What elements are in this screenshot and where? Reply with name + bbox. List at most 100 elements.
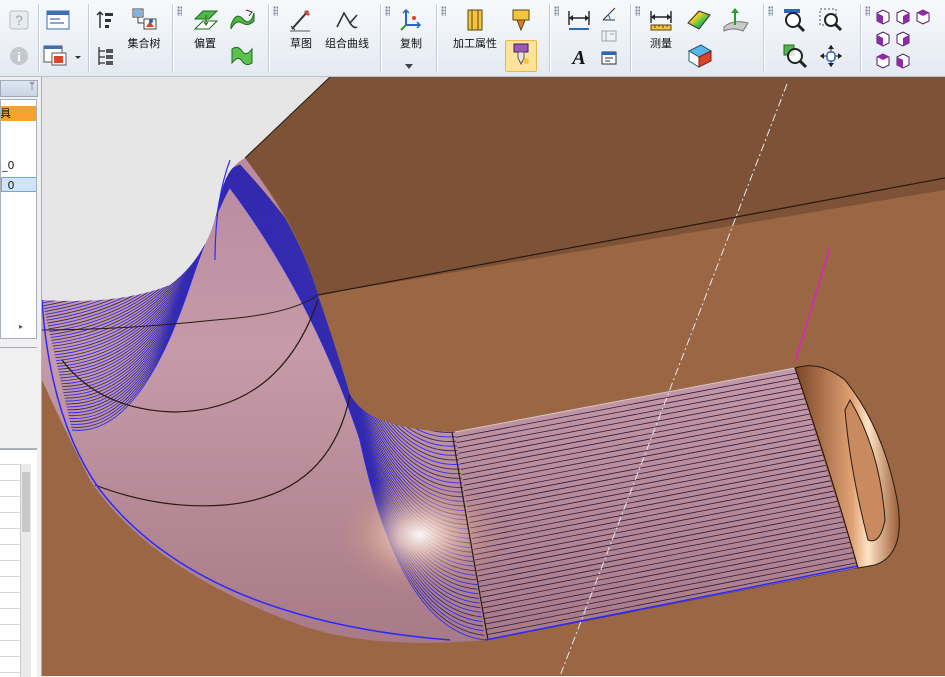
view-iso1-button[interactable] bbox=[873, 6, 893, 26]
surface-extend-button[interactable] bbox=[227, 6, 257, 34]
specular-highlight bbox=[335, 475, 505, 595]
combined-curve-button[interactable]: 组合曲线 bbox=[321, 6, 373, 56]
combined-curve-label: 组合曲线 bbox=[325, 37, 369, 50]
tool-drill-icon bbox=[513, 43, 529, 66]
toolbar-group-curve: 草图 组合曲线 bbox=[271, 0, 377, 76]
toolbar-group-zoom bbox=[766, 0, 858, 76]
machining-attr-icon bbox=[467, 9, 483, 31]
zoom-dynamic-icon bbox=[783, 44, 808, 69]
assembly-tree-icon bbox=[132, 8, 157, 30]
view-iso3-button[interactable] bbox=[913, 6, 933, 26]
zoom-fit-button[interactable] bbox=[780, 6, 810, 36]
window-button[interactable] bbox=[44, 8, 72, 36]
assembly-tree-button[interactable]: 集合树 bbox=[124, 6, 164, 56]
view-iso4-button[interactable] bbox=[873, 28, 893, 48]
structure-button[interactable] bbox=[92, 44, 118, 70]
model-scene bbox=[42, 77, 945, 676]
tree-item-bucket-selected[interactable]: 桶_0 bbox=[1, 177, 36, 192]
angle-dim-button[interactable] bbox=[598, 4, 620, 24]
sort-button[interactable] bbox=[92, 8, 118, 34]
tool-button[interactable] bbox=[505, 6, 537, 36]
surface-normal-icon bbox=[723, 8, 749, 32]
pan-button[interactable] bbox=[816, 42, 846, 72]
curvature-analysis-button[interactable] bbox=[683, 6, 715, 36]
view-iso2-button[interactable] bbox=[893, 6, 913, 26]
window-list-button[interactable] bbox=[42, 42, 82, 70]
toolbar-group-transform: 复制 bbox=[383, 0, 435, 76]
info-button[interactable]: i bbox=[6, 44, 32, 70]
tool-path-button[interactable] bbox=[505, 40, 537, 72]
dimension-button[interactable] bbox=[564, 6, 594, 36]
feature-tree[interactable]: 刀具 桶_0 桶_0 ▸ bbox=[0, 99, 37, 339]
view-cube-icon bbox=[876, 53, 890, 69]
copy-dropdown-icon[interactable] bbox=[405, 64, 413, 70]
view-cube-icon bbox=[896, 9, 910, 25]
curvature-color-icon bbox=[687, 10, 711, 30]
tree-item-tool[interactable]: 刀具 bbox=[1, 106, 36, 121]
geometric-tolerance-icon bbox=[601, 30, 617, 42]
table-note-button[interactable] bbox=[598, 48, 620, 70]
info-icon: i bbox=[10, 47, 28, 65]
view-iso7-button[interactable] bbox=[893, 50, 913, 70]
toolbar-group-machining: 加工属性 bbox=[439, 0, 547, 76]
draft-analysis-button[interactable] bbox=[683, 42, 715, 72]
sketch-button[interactable]: 草图 bbox=[283, 6, 319, 56]
window-list-icon bbox=[43, 45, 81, 66]
tool-holder-icon bbox=[512, 9, 530, 32]
assembly-tree-label: 集合树 bbox=[127, 37, 161, 50]
table-note-icon bbox=[601, 51, 617, 65]
svg-text:?: ? bbox=[15, 12, 23, 28]
view-cube-icon bbox=[896, 31, 910, 47]
pin-icon[interactable]: ᛘ bbox=[29, 81, 35, 92]
toolbar-group-measure: 测量 bbox=[633, 0, 761, 76]
offset-label: 偏置 bbox=[194, 37, 216, 50]
sketch-label: 草图 bbox=[290, 37, 312, 50]
help-button[interactable]: ? bbox=[6, 8, 32, 34]
toolbar-group-view: ? i bbox=[0, 0, 38, 76]
text-a-icon: A bbox=[570, 47, 585, 69]
ruled-surface-icon bbox=[231, 46, 253, 66]
text-annotation-button[interactable]: A bbox=[564, 42, 594, 72]
copy-button[interactable]: 复制 bbox=[393, 6, 429, 56]
properties-panel bbox=[0, 347, 37, 449]
copy-axes-icon bbox=[400, 8, 422, 31]
offset-button[interactable]: 偏置 bbox=[185, 6, 225, 56]
angle-dimension-icon bbox=[602, 7, 616, 21]
window-icon bbox=[46, 10, 70, 30]
gd-t-button[interactable] bbox=[598, 26, 620, 46]
toolbar-group-assembly: 集合树 bbox=[90, 0, 172, 76]
machining-attr-label: 加工属性 bbox=[453, 37, 497, 50]
panel-header: ᛘ bbox=[0, 80, 38, 97]
left-panel: ᛘ 刀具 桶_0 桶_0 ▸ bbox=[0, 77, 42, 677]
svg-text:i: i bbox=[17, 49, 21, 64]
draft-analysis-icon bbox=[687, 44, 713, 68]
measure-ruler-icon bbox=[650, 11, 672, 31]
view-iso6-button[interactable] bbox=[873, 50, 893, 70]
sort-icon bbox=[96, 10, 113, 28]
view-cube-icon bbox=[876, 31, 890, 47]
tree-item-bucket[interactable]: 桶_0 bbox=[1, 158, 36, 173]
measure-button[interactable]: 测量 bbox=[643, 6, 679, 56]
normal-analysis-button[interactable] bbox=[719, 4, 753, 36]
zoom-window-button[interactable] bbox=[816, 6, 846, 36]
3d-viewport[interactable] bbox=[42, 77, 945, 676]
offset-icon bbox=[193, 10, 219, 30]
sketch-pencil-icon bbox=[290, 10, 310, 32]
surface-extend-icon bbox=[230, 9, 255, 30]
machining-attr-button[interactable]: 加工属性 bbox=[449, 6, 501, 56]
dimension-icon bbox=[568, 11, 590, 30]
view-cube-icon bbox=[916, 9, 930, 25]
vertical-scrollbar[interactable] bbox=[20, 464, 31, 677]
scrollbar-thumb[interactable] bbox=[22, 472, 30, 532]
surface-ruled-button[interactable] bbox=[227, 42, 257, 70]
view-iso5-button[interactable] bbox=[893, 28, 913, 48]
help-question-icon: ? bbox=[9, 10, 29, 30]
view-cube-icon bbox=[876, 9, 890, 25]
combined-curve-icon bbox=[336, 11, 358, 29]
pan-hand-icon bbox=[820, 45, 842, 67]
parameter-grid[interactable] bbox=[0, 449, 37, 677]
main-toolbar: ? i 集合树 偏置 草图 组合曲线 复制 加工属性 A 测量 bbox=[0, 0, 945, 77]
toolbar-group-window bbox=[40, 0, 90, 76]
scroll-right-icon[interactable]: ▸ bbox=[19, 322, 23, 331]
zoom-dynamic-button[interactable] bbox=[780, 42, 810, 72]
